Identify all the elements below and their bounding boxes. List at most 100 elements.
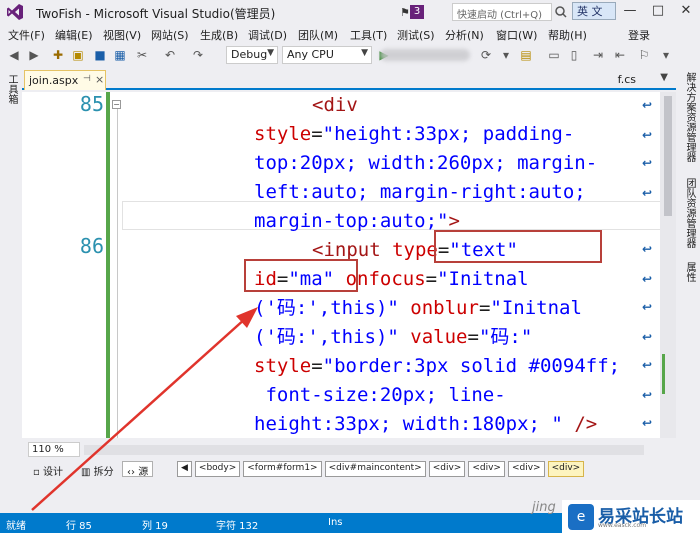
code-line: margin-top:auto;"> xyxy=(254,207,460,236)
folder-icon[interactable]: ▤ xyxy=(518,47,534,63)
code-token: value xyxy=(410,326,468,348)
code-token: ('码:',this)" xyxy=(254,326,399,348)
tab-label: join.aspx xyxy=(29,74,79,87)
pin-icon[interactable]: ⊣ xyxy=(83,74,91,84)
code-line: ('码:',this)" onblur="Initnal xyxy=(254,294,582,323)
save-all-icon[interactable]: ▦ xyxy=(112,47,128,63)
menu-team[interactable]: 团队(M) xyxy=(298,27,338,43)
solution-explorer-tab[interactable]: 解决方案资源管理器 xyxy=(682,72,697,162)
comment-icon[interactable]: ▭ xyxy=(546,47,562,63)
code-line: <div xyxy=(312,92,358,120)
status-ready: 就绪 xyxy=(6,521,26,532)
toolbox-tab[interactable]: 工具箱 xyxy=(4,74,19,104)
code-token: > xyxy=(448,210,460,232)
undo-icon[interactable]: ↶ xyxy=(162,47,178,63)
maximize-button[interactable]: □ xyxy=(644,0,672,24)
menu-tools[interactable]: 工具(T) xyxy=(350,27,387,43)
dropdown-icon[interactable]: ▾ xyxy=(498,47,514,63)
breadcrumb-item[interactable]: <form#form1> xyxy=(243,461,322,477)
menu-help[interactable]: 帮助(H) xyxy=(548,27,587,43)
breadcrumb-item[interactable]: <div> xyxy=(507,461,545,477)
code-token: = xyxy=(467,326,479,348)
menu-view[interactable]: 视图(V) xyxy=(103,27,141,43)
search-icon[interactable] xyxy=(553,3,569,21)
tab-f-cs[interactable]: f.cs xyxy=(618,73,636,86)
notification-count-badge: 3 xyxy=(410,5,424,19)
notification-flag-button[interactable]: ⚑ 3 xyxy=(400,4,426,20)
breadcrumb-item[interactable]: <div#maincontent> xyxy=(324,461,426,477)
code-editor[interactable]: 85 86 87 − <divstyle="height:33px; paddi… xyxy=(22,92,676,438)
tab-list-dropdown-icon[interactable]: ▼ xyxy=(660,72,668,83)
horizontal-scrollbar[interactable] xyxy=(84,445,644,455)
status-line: 行 85 xyxy=(66,521,92,532)
breadcrumb-nav-left-icon[interactable]: ◀ xyxy=(177,461,192,477)
menu-window[interactable]: 窗口(W) xyxy=(496,27,537,43)
code-token: "码:" xyxy=(478,326,533,348)
menu-bar: 文件(F) 编辑(E) 视图(V) 网站(S) 生成(B) 调试(D) 团队(M… xyxy=(0,24,700,44)
forward-icon[interactable]: ▶ xyxy=(26,47,42,63)
browser-select-blurred[interactable] xyxy=(380,49,470,61)
tab-join-aspx[interactable]: join.aspx ⊣ × xyxy=(24,70,106,90)
breadcrumb-item-active[interactable]: <div> xyxy=(547,461,585,477)
word-wrap-icon: ↩ xyxy=(642,272,653,286)
code-token: "Initnal xyxy=(490,297,582,319)
indent-icon[interactable]: ⇥ xyxy=(590,47,606,63)
platform-value: Any CPU xyxy=(287,48,334,61)
minimize-button[interactable]: — xyxy=(616,0,644,24)
solution-config-select[interactable]: Debug ▼ xyxy=(226,46,278,64)
outdent-icon[interactable]: ⇤ xyxy=(612,47,628,63)
change-tracking-bar xyxy=(106,92,110,438)
menu-debug[interactable]: 调试(D) xyxy=(248,27,287,43)
breadcrumb-item[interactable]: <div> xyxy=(468,461,505,477)
ime-indicator[interactable]: 英 文 xyxy=(572,2,616,20)
word-wrap-icon: ↩ xyxy=(642,358,653,372)
editor-footer: 110 % xyxy=(22,441,676,459)
menu-build[interactable]: 生成(B) xyxy=(200,27,238,43)
login-link[interactable]: 登录 xyxy=(628,27,650,43)
close-button[interactable]: ✕ xyxy=(672,0,700,24)
tag-breadcrumb: ◀ <body> <form#form1> <div#maincontent> … xyxy=(177,461,585,477)
uncomment-icon[interactable]: ▯ xyxy=(566,47,582,63)
solution-config-value: Debug xyxy=(231,48,268,61)
open-folder-icon[interactable]: ▣ xyxy=(70,47,86,63)
menu-analyze[interactable]: 分析(N) xyxy=(445,27,484,43)
menu-website[interactable]: 网站(S) xyxy=(151,27,189,43)
properties-tab[interactable]: 属性 xyxy=(682,262,697,282)
menu-file[interactable]: 文件(F) xyxy=(8,27,45,43)
line-number-gutter: 85 86 87 xyxy=(22,92,112,438)
save-icon[interactable]: ■ xyxy=(92,47,108,63)
word-wrap-icon: ↩ xyxy=(642,330,653,344)
zoom-select[interactable]: 110 % xyxy=(28,442,80,457)
bookmark-icon[interactable]: ⚐ xyxy=(636,47,652,63)
team-explorer-tab[interactable]: 团队资源管理器 xyxy=(682,178,697,248)
browser-link-icon[interactable]: ⟳ xyxy=(478,47,494,63)
vertical-scrollbar[interactable] xyxy=(660,92,676,438)
source-view-button[interactable]: ‹› 源 xyxy=(122,461,154,478)
split-view-button[interactable]: ▥ 拆分 xyxy=(76,461,119,478)
site-logo-icon: e xyxy=(568,504,594,530)
code-token: margin-top:auto;" xyxy=(254,210,449,232)
menu-test[interactable]: 测试(S) xyxy=(397,27,435,43)
view-switcher-bar: ▫ 设计 ▥ 拆分 ‹› 源 ◀ <body> <form#form1> <di… xyxy=(22,458,676,480)
cut-icon[interactable]: ✂ xyxy=(134,47,150,63)
back-icon[interactable]: ◀ xyxy=(6,47,22,63)
redo-icon[interactable]: ↷ xyxy=(190,47,206,63)
jingyan-watermark: jing xyxy=(532,500,556,515)
menu-edit[interactable]: 编辑(E) xyxy=(55,27,93,43)
breadcrumb-item[interactable]: <div> xyxy=(428,461,466,477)
quick-launch-input[interactable]: 快速启动 (Ctrl+Q) xyxy=(452,3,552,21)
design-view-button[interactable]: ▫ 设计 xyxy=(28,461,68,478)
breadcrumb-item[interactable]: <body> xyxy=(194,461,241,477)
code-line: style="height:33px; padding- xyxy=(254,120,574,149)
close-icon[interactable]: × xyxy=(95,73,104,86)
scrollbar-thumb[interactable] xyxy=(664,96,672,216)
new-project-icon[interactable]: ✚ xyxy=(50,47,66,63)
zoom-value: 110 % xyxy=(32,444,64,455)
collapse-outline-icon[interactable]: − xyxy=(112,100,121,109)
platform-select[interactable]: Any CPU ▼ xyxy=(282,46,372,64)
left-tool-strip: 工具箱 xyxy=(0,66,22,514)
toolbar-overflow-icon[interactable]: ▾ xyxy=(658,47,674,63)
code-line: left:auto; margin-right:auto; xyxy=(254,178,586,207)
